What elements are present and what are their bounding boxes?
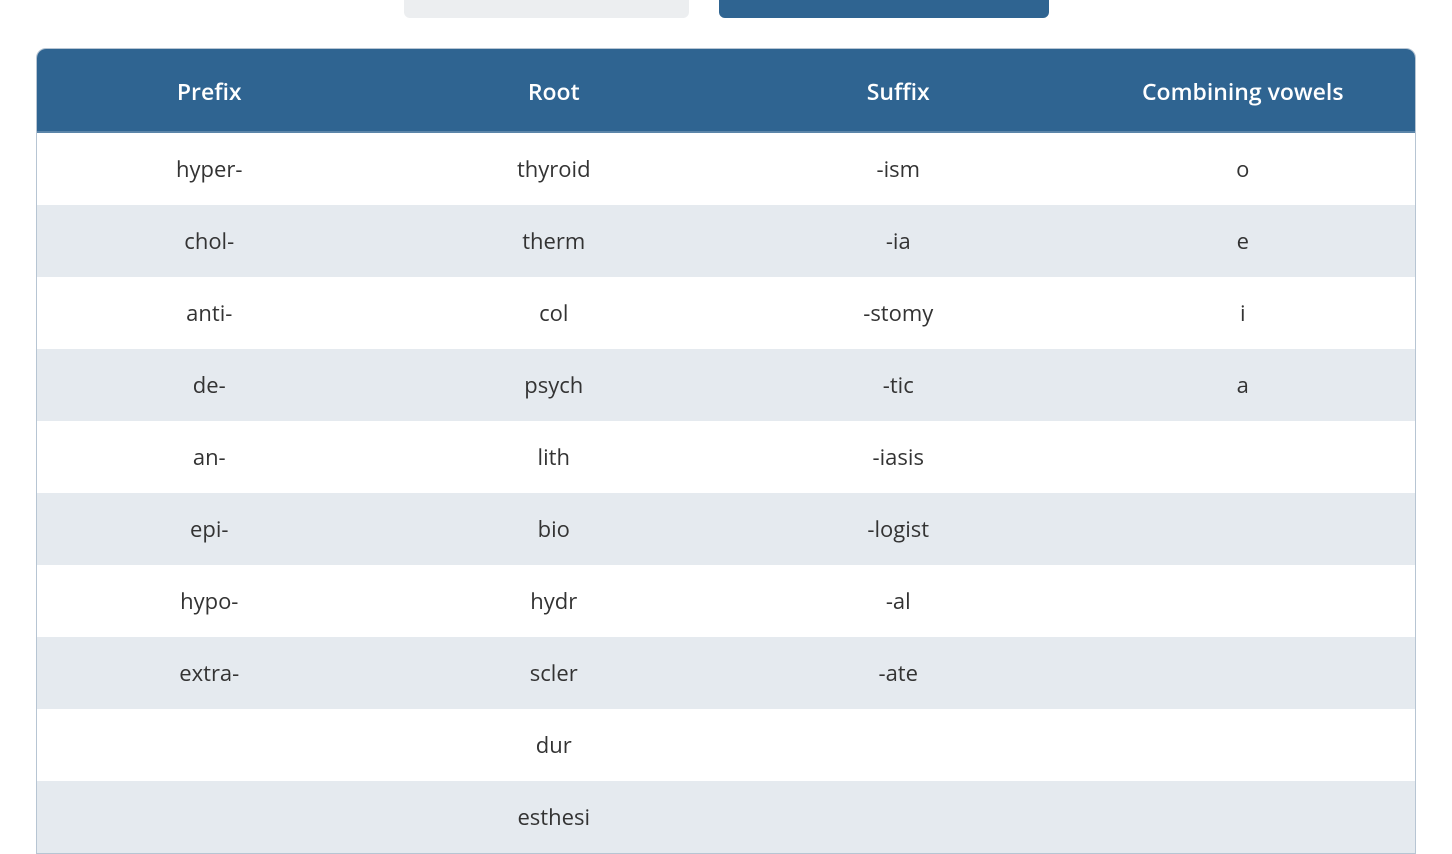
cell-prefix: epi- [37, 493, 382, 565]
table-body: hyper- thyroid -ism o chol- therm -ia e … [37, 132, 1415, 853]
cell-suffix [726, 781, 1071, 853]
cell-suffix: -ism [726, 132, 1071, 205]
cell-root: thyroid [382, 132, 727, 205]
cell-suffix: -stomy [726, 277, 1071, 349]
cell-vowel [1071, 565, 1416, 637]
button-dark-fragment[interactable] [719, 0, 1049, 18]
cell-root: hydr [382, 565, 727, 637]
table-row: esthesi [37, 781, 1415, 853]
table-row: extra- scler -ate [37, 637, 1415, 709]
cell-suffix: -iasis [726, 421, 1071, 493]
cell-suffix: -ia [726, 205, 1071, 277]
cell-prefix: hyper- [37, 132, 382, 205]
header-root: Root [382, 49, 727, 132]
table-row: an- lith -iasis [37, 421, 1415, 493]
cell-prefix [37, 709, 382, 781]
table-row: anti- col -stomy i [37, 277, 1415, 349]
cell-prefix: anti- [37, 277, 382, 349]
cell-root: lith [382, 421, 727, 493]
cell-vowel [1071, 637, 1416, 709]
header-combining-vowels: Combining vowels [1071, 49, 1416, 132]
header-prefix: Prefix [37, 49, 382, 132]
cell-vowel: e [1071, 205, 1416, 277]
table-row: hyper- thyroid -ism o [37, 132, 1415, 205]
cell-suffix [726, 709, 1071, 781]
cell-root: esthesi [382, 781, 727, 853]
cell-vowel: i [1071, 277, 1416, 349]
cell-vowel [1071, 709, 1416, 781]
table-row: epi- bio -logist [37, 493, 1415, 565]
cell-vowel: o [1071, 132, 1416, 205]
cell-root: dur [382, 709, 727, 781]
top-button-row [36, 0, 1416, 18]
cell-prefix: de- [37, 349, 382, 421]
cell-prefix [37, 781, 382, 853]
cell-root: col [382, 277, 727, 349]
word-parts-table: Prefix Root Suffix Combining vowels hype… [37, 49, 1415, 853]
cell-suffix: -tic [726, 349, 1071, 421]
table-row: chol- therm -ia e [37, 205, 1415, 277]
cell-root: scler [382, 637, 727, 709]
cell-prefix: extra- [37, 637, 382, 709]
button-light-fragment[interactable] [404, 0, 689, 18]
cell-vowel [1071, 493, 1416, 565]
cell-root: psych [382, 349, 727, 421]
table-row: hypo- hydr -al [37, 565, 1415, 637]
cell-vowel [1071, 781, 1416, 853]
cell-root: therm [382, 205, 727, 277]
table-header-row: Prefix Root Suffix Combining vowels [37, 49, 1415, 132]
header-suffix: Suffix [726, 49, 1071, 132]
cell-suffix: -ate [726, 637, 1071, 709]
cell-suffix: -logist [726, 493, 1071, 565]
cell-vowel: a [1071, 349, 1416, 421]
cell-vowel [1071, 421, 1416, 493]
table-row: de- psych -tic a [37, 349, 1415, 421]
cell-root: bio [382, 493, 727, 565]
word-parts-table-container: Prefix Root Suffix Combining vowels hype… [36, 48, 1416, 854]
cell-prefix: hypo- [37, 565, 382, 637]
cell-prefix: chol- [37, 205, 382, 277]
table-row: dur [37, 709, 1415, 781]
cell-prefix: an- [37, 421, 382, 493]
cell-suffix: -al [726, 565, 1071, 637]
